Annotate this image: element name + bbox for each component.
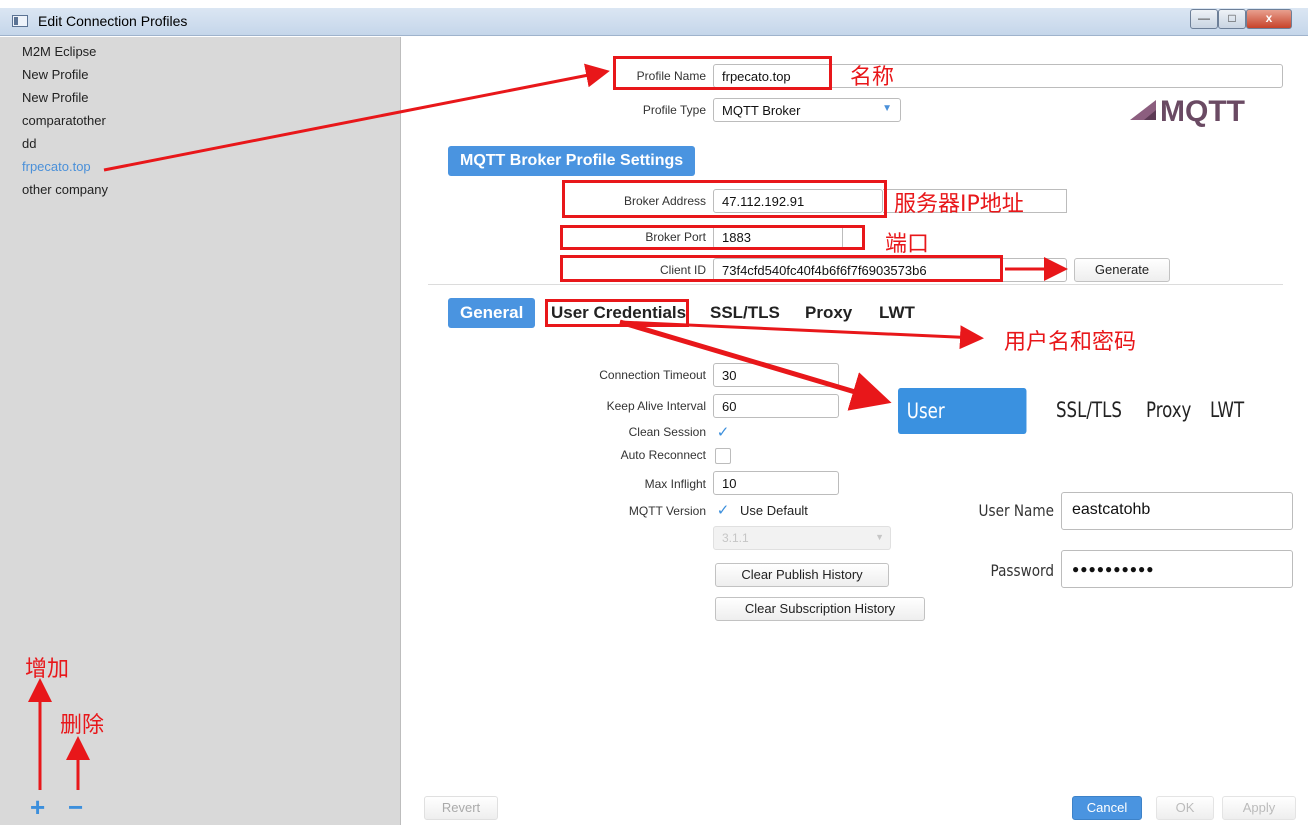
broker-settings-section-title: MQTT Broker Profile Settings	[448, 146, 696, 176]
zoom-tab-proxy: Proxy	[1146, 398, 1192, 422]
connection-timeout-input[interactable]: 30	[713, 363, 839, 387]
profile-name-label: Profile Name	[636, 69, 706, 83]
broker-address-label: Broker Address	[623, 194, 706, 208]
max-inflight-input[interactable]: 10	[713, 471, 839, 495]
chevron-down-icon: ▼	[875, 532, 884, 542]
tab-ssl-tls[interactable]: SSL/TLS	[710, 303, 780, 323]
auto-reconnect-label: Auto Reconnect	[620, 448, 706, 462]
broker-port-label: Broker Port	[645, 230, 706, 244]
generate-button[interactable]: Generate	[1074, 258, 1170, 282]
clear-publish-history-button[interactable]: Clear Publish History	[715, 563, 889, 587]
annotation-user-and-password: 用户名和密码	[1004, 330, 1137, 355]
broker-port-input[interactable]: 1883	[713, 225, 843, 249]
window-icon	[12, 15, 28, 27]
window-title: Edit Connection Profiles	[38, 13, 188, 29]
remove-profile-button[interactable]: −	[68, 794, 83, 820]
profile-item-selected[interactable]: frpecato.top	[22, 159, 91, 174]
mqtt-logo: MQTT	[1126, 92, 1286, 128]
tab-proxy[interactable]: Proxy	[805, 303, 852, 323]
password-input[interactable]: ●●●●●●●●●●	[1061, 550, 1293, 588]
keep-alive-label: Keep Alive Interval	[606, 399, 706, 413]
profile-item[interactable]: dd	[22, 136, 36, 151]
user-name-label: User Name	[978, 501, 1054, 520]
annotation-name: 名称	[850, 65, 895, 90]
annotation-delete: 删除	[60, 713, 105, 738]
tab-user-credentials[interactable]: User Credentials	[551, 303, 686, 323]
client-id-input[interactable]: 73f4cfd540fc40f4b6f6f7f6903573b6	[713, 258, 1067, 282]
profile-item[interactable]: comparatother	[22, 113, 106, 128]
user-name-input[interactable]: eastcatohb	[1061, 492, 1293, 530]
revert-button[interactable]: Revert	[424, 796, 498, 820]
profile-type-value: MQTT Broker	[722, 103, 801, 118]
mqtt-version-label: MQTT Version	[628, 504, 706, 518]
apply-button[interactable]: Apply	[1222, 796, 1296, 820]
annotation-server-ip: 服务器IP地址	[894, 192, 1024, 217]
annotation-add: 增加	[25, 657, 70, 682]
maximize-button[interactable]: □	[1218, 9, 1246, 29]
zoom-tab-user-credentials: User Credentials	[898, 388, 1027, 469]
mqtt-version-value: 3.1.1	[722, 531, 749, 545]
close-button[interactable]: x	[1246, 9, 1292, 29]
clean-session-label: Clean Session	[628, 425, 706, 439]
clear-subscription-history-button[interactable]: Clear Subscription History	[715, 597, 925, 621]
zoom-tab-ssl-tls: SSL/TLS	[1056, 398, 1122, 422]
add-profile-button[interactable]: +	[30, 794, 45, 820]
client-id-label: Client ID	[659, 263, 706, 277]
mqtt-logo-text: MQTT	[1160, 95, 1245, 128]
cancel-button[interactable]: Cancel	[1072, 796, 1142, 820]
minimize-button[interactable]: —	[1190, 9, 1218, 29]
profile-type-label: Profile Type	[642, 103, 706, 117]
tab-general[interactable]: General	[448, 298, 536, 328]
max-inflight-label: Max Inflight	[644, 477, 706, 491]
annotation-port: 端口	[885, 232, 930, 257]
tab-lwt[interactable]: LWT	[879, 303, 915, 323]
top-strip	[0, 0, 1308, 8]
profile-item[interactable]: other company	[22, 182, 108, 197]
chevron-down-icon: ▼	[882, 103, 892, 114]
clean-session-checkbox[interactable]: ✓	[715, 425, 731, 441]
auto-reconnect-checkbox[interactable]	[715, 448, 731, 464]
use-default-label: Use Default	[740, 503, 808, 518]
broker-address-input[interactable]: 47.112.192.91	[713, 189, 883, 213]
title-bar	[0, 8, 1308, 36]
profile-item[interactable]: New Profile	[22, 67, 88, 82]
section-divider	[428, 284, 1283, 285]
profile-name-input[interactable]: frpecato.top	[713, 64, 1283, 88]
profile-type-select[interactable]: MQTT Broker ▼	[713, 98, 901, 122]
profile-item[interactable]: M2M Eclipse	[22, 44, 96, 59]
ok-button[interactable]: OK	[1156, 796, 1214, 820]
zoom-tab-lwt: LWT	[1210, 398, 1245, 422]
password-label: Password	[990, 561, 1054, 580]
profile-item[interactable]: New Profile	[22, 90, 88, 105]
mqtt-version-select[interactable]: 3.1.1 ▼	[713, 526, 891, 550]
zoomed-tabs-inset: User Credentials SSL/TLS Proxy LWT	[898, 388, 1258, 469]
use-default-checkbox[interactable]: ✓	[715, 503, 731, 519]
connection-timeout-label: Connection Timeout	[599, 368, 706, 382]
keep-alive-input[interactable]: 60	[713, 394, 839, 418]
